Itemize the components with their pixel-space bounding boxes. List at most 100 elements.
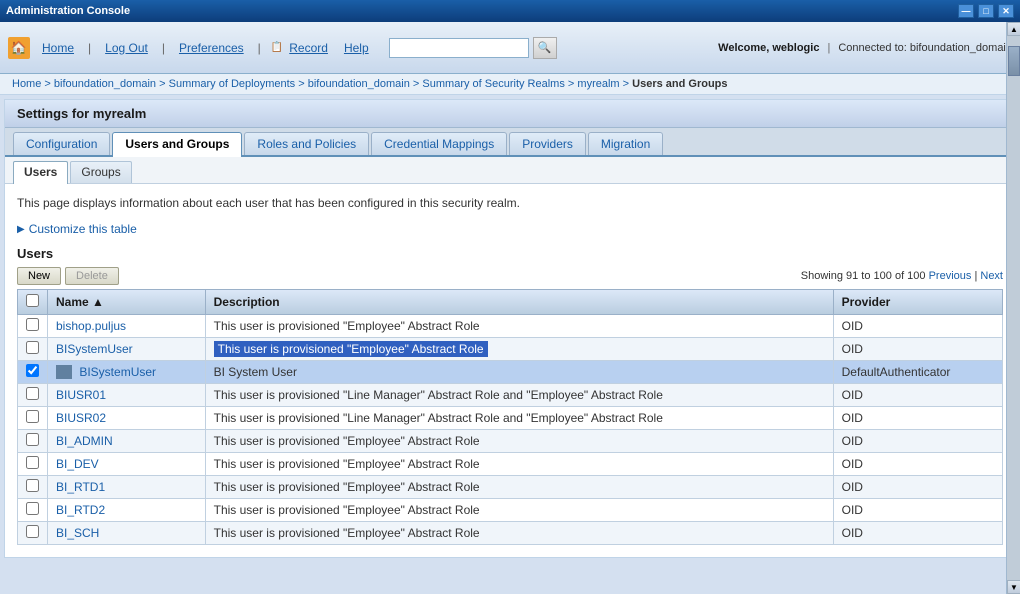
page-description: This page displays information about eac… (17, 196, 1003, 210)
help-link[interactable]: Help (340, 39, 373, 57)
row-checkbox-cell (18, 407, 48, 430)
row-provider-cell: OID (833, 384, 1002, 407)
table-header-row: Name ▲ Description Provider (18, 290, 1003, 315)
row-checkbox[interactable] (26, 387, 39, 400)
breadcrumb-myrealm[interactable]: myrealm (577, 78, 619, 90)
search-area: 🔍 (389, 37, 557, 59)
table-row: BIUSR01 This user is provisioned "Line M… (18, 384, 1003, 407)
row-checkbox[interactable] (26, 433, 39, 446)
scroll-down-button[interactable]: ▼ (1007, 580, 1020, 594)
row-desc-cell: This user is provisioned "Employee" Abst… (205, 430, 833, 453)
row-name-cell: BIUSR02 (48, 407, 206, 430)
tab-bar: Configuration Users and Groups Roles and… (5, 128, 1015, 157)
row-checkbox[interactable] (26, 525, 39, 538)
maximize-button[interactable]: □ (978, 4, 994, 18)
connected-text: Connected to: bifoundation_domain (838, 42, 1012, 54)
subtab-bar: Users Groups (5, 157, 1015, 184)
breadcrumb-security[interactable]: Summary of Security Realms (422, 78, 564, 90)
main-container: Settings for myrealm Configuration Users… (4, 99, 1016, 558)
row-checkbox[interactable] (26, 341, 39, 354)
vertical-scrollbar[interactable]: ▲ ▼ (1006, 22, 1020, 594)
scroll-up-button[interactable]: ▲ (1007, 22, 1020, 36)
row-name-cell: BISystemUser (48, 338, 206, 361)
row-checkbox[interactable] (26, 479, 39, 492)
welcome-area: Welcome, weblogic | Connected to: bifoun… (718, 42, 1012, 54)
breadcrumb-domain-1[interactable]: bifoundation_domain (54, 78, 156, 90)
customize-table-link[interactable]: ▶ Customize this table (17, 222, 1003, 236)
home-icon: 🏠 (8, 37, 30, 59)
row-name-cell: BI_RTD1 (48, 476, 206, 499)
minimize-button[interactable]: — (958, 4, 974, 18)
user-link[interactable]: BI_SCH (56, 526, 99, 540)
breadcrumb-domain-2[interactable]: bifoundation_domain (308, 78, 410, 90)
record-link[interactable]: Record (285, 39, 332, 57)
table-row: BI_SCH This user is provisioned "Employe… (18, 522, 1003, 545)
tab-roles-policies[interactable]: Roles and Policies (244, 132, 369, 155)
user-link[interactable]: BISystemUser (56, 342, 133, 356)
row-provider-cell: DefaultAuthenticator (833, 361, 1002, 384)
breadcrumb-home[interactable]: Home (12, 78, 41, 90)
customize-label: Customize this table (29, 222, 137, 236)
scroll-track[interactable] (1007, 36, 1020, 580)
users-table: Name ▲ Description Provider bishop.pulju… (17, 289, 1003, 545)
row-checkbox[interactable] (26, 502, 39, 515)
table-row: BI_DEV This user is provisioned "Employe… (18, 453, 1003, 476)
row-desc-cell: This user is provisioned "Line Manager" … (205, 384, 833, 407)
user-link[interactable]: BI_RTD2 (56, 503, 105, 517)
logout-link[interactable]: Log Out (101, 39, 152, 57)
col-name[interactable]: Name ▲ (48, 290, 206, 315)
pagination-next[interactable]: Next (980, 270, 1003, 282)
row-checkbox[interactable] (26, 364, 39, 377)
row-desc-cell: This user is provisioned "Employee" Abst… (205, 315, 833, 338)
top-navigation: 🏠 Home | Log Out | Preferences | 📋 Recor… (0, 22, 1020, 74)
close-button[interactable]: ✕ (998, 4, 1014, 18)
row-checkbox[interactable] (26, 456, 39, 469)
row-checkbox[interactable] (26, 318, 39, 331)
table-toolbar: New Delete Showing 91 to 100 of 100 Prev… (17, 267, 1003, 285)
user-link[interactable]: bishop.puljus (56, 319, 126, 333)
search-button[interactable]: 🔍 (533, 37, 557, 59)
breadcrumb-deployments[interactable]: Summary of Deployments (169, 78, 296, 90)
row-checkbox-cell (18, 522, 48, 545)
breadcrumb-sep-2: > (159, 78, 165, 90)
col-description[interactable]: Description (205, 290, 833, 315)
row-checkbox-cell (18, 476, 48, 499)
tab-configuration[interactable]: Configuration (13, 132, 110, 155)
tab-users-groups[interactable]: Users and Groups (112, 132, 242, 157)
col-provider[interactable]: Provider (833, 290, 1002, 315)
search-input[interactable] (389, 38, 529, 58)
row-provider-cell: OID (833, 522, 1002, 545)
home-link[interactable]: Home (38, 39, 78, 57)
row-provider-cell: OID (833, 499, 1002, 522)
row-desc-cell: BI System User (205, 361, 833, 384)
table-row: BI_ADMIN This user is provisioned "Emplo… (18, 430, 1003, 453)
subtab-groups[interactable]: Groups (70, 161, 131, 183)
row-checkbox[interactable] (26, 410, 39, 423)
select-all-checkbox[interactable] (26, 294, 39, 307)
user-link[interactable]: BI_DEV (56, 457, 99, 471)
preferences-link[interactable]: Preferences (175, 39, 248, 57)
row-provider-cell: OID (833, 453, 1002, 476)
tab-migration[interactable]: Migration (588, 132, 663, 155)
user-link[interactable]: BISystemUser (79, 365, 156, 379)
delete-button[interactable]: Delete (65, 267, 119, 285)
user-link[interactable]: BI_ADMIN (56, 434, 113, 448)
row-checkbox-cell (18, 499, 48, 522)
tab-providers[interactable]: Providers (509, 132, 586, 155)
record-section: 📋 Record (271, 39, 332, 57)
pagination-previous[interactable]: Previous (929, 270, 972, 282)
subtab-users[interactable]: Users (13, 161, 68, 184)
row-name-cell: BISystemUser (48, 361, 206, 384)
users-section-title: Users (17, 246, 1003, 261)
row-name-cell: BI_RTD2 (48, 499, 206, 522)
highlighted-text: This user is provisioned "Employee" Abst… (214, 341, 488, 357)
table-row: BI_RTD1 This user is provisioned "Employ… (18, 476, 1003, 499)
row-checkbox-cell (18, 430, 48, 453)
table-row: BIUSR02 This user is provisioned "Line M… (18, 407, 1003, 430)
scroll-thumb[interactable] (1008, 46, 1020, 76)
new-button[interactable]: New (17, 267, 61, 285)
user-link[interactable]: BIUSR01 (56, 388, 106, 402)
tab-credential-mappings[interactable]: Credential Mappings (371, 132, 507, 155)
user-link[interactable]: BIUSR02 (56, 411, 106, 425)
user-link[interactable]: BI_RTD1 (56, 480, 105, 494)
